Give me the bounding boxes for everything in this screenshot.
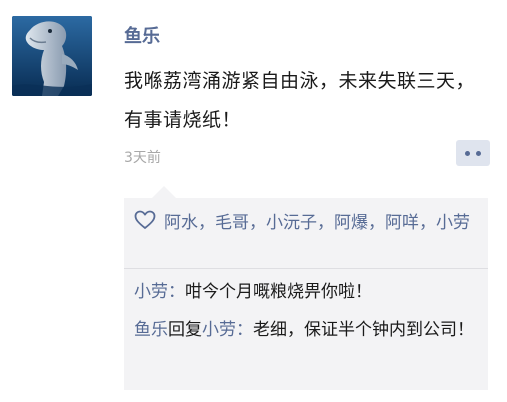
comment-button[interactable] (456, 140, 490, 166)
comment-author[interactable]: 鱼乐 (134, 320, 168, 340)
comment-reply-word: 回复 (168, 320, 202, 340)
heart-outline-icon (134, 210, 156, 229)
like-name[interactable]: 阿爆 (334, 213, 368, 233)
post-time: 3天前 (124, 150, 161, 166)
like-separator: ， (249, 213, 266, 233)
moment-post: 鱼乐 我喺荔湾涌游紧自由泳，未来失联三天，有事请烧纸！ 3天前 阿水，毛哥，小沅… (0, 0, 507, 402)
comment-colon: ： (168, 282, 185, 302)
post-content: 我喺荔湾涌游紧自由泳，未来失联三天，有事请烧纸！ (124, 70, 476, 131)
like-separator: ， (317, 213, 334, 233)
comment-reply-to[interactable]: 小劳 (202, 320, 236, 340)
divider (124, 268, 488, 269)
more-dots-icon-dot (476, 151, 481, 156)
panel-arrow (152, 186, 176, 198)
like-separator: ， (198, 213, 215, 233)
comment-item[interactable]: 小劳：咁今个月嘅粮烧畀你啦！ (134, 276, 484, 308)
like-name[interactable]: 阿咩 (385, 213, 419, 233)
like-separator: ， (419, 213, 436, 233)
dolphin-icon (12, 16, 92, 96)
like-name[interactable]: 小劳 (436, 213, 470, 233)
like-separator: ， (368, 213, 385, 233)
likes-list: 阿水，毛哥，小沅子，阿爆，阿咩，小劳 (134, 208, 484, 238)
like-name[interactable]: 阿水 (164, 213, 198, 233)
like-name[interactable]: 毛哥 (215, 213, 249, 233)
like-name[interactable]: 小沅子 (266, 213, 317, 233)
comment-item[interactable]: 鱼乐回复小劳：老细，保证半个钟内到公司！ (134, 314, 484, 346)
avatar[interactable] (12, 16, 92, 96)
comment-text: 老细，保证半个钟内到公司！ (253, 320, 474, 340)
post-author[interactable]: 鱼乐 (124, 25, 160, 49)
more-dots-icon (465, 151, 470, 156)
comment-author[interactable]: 小劳 (134, 282, 168, 302)
comment-colon: ： (236, 320, 253, 340)
comment-text: 咁今个月嘅粮烧畀你啦！ (185, 282, 372, 302)
